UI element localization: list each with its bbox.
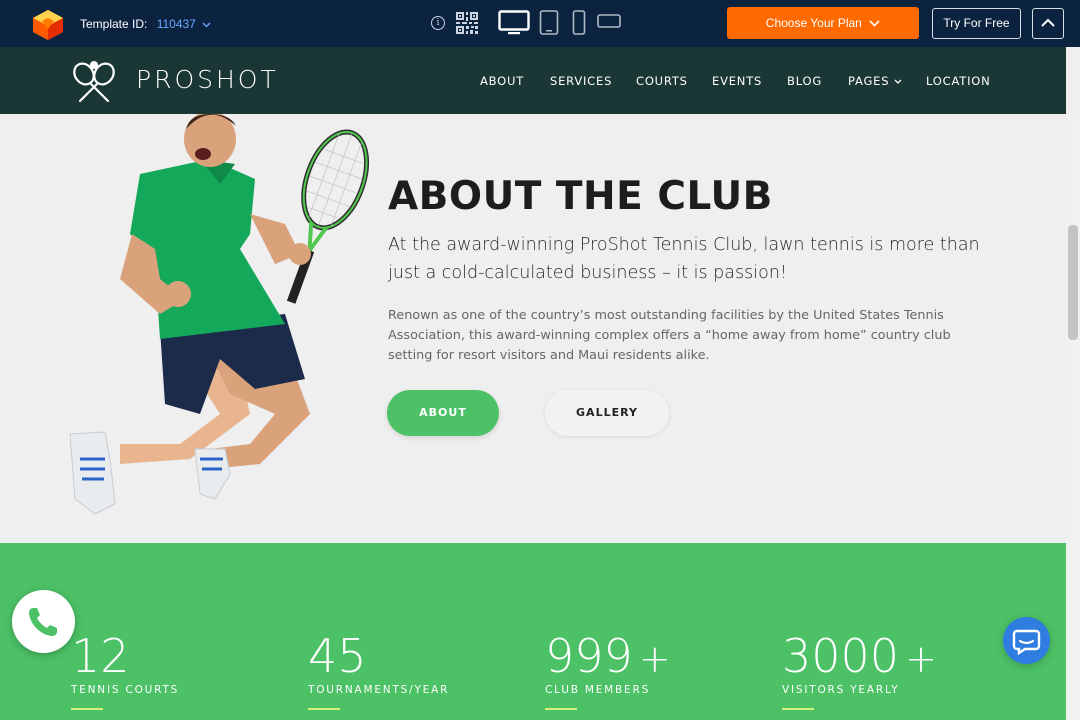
template-id-value: 110437 (156, 17, 196, 31)
racket (286, 129, 370, 304)
stat-item: 999 + CLUB MEMBERS (545, 631, 671, 710)
nav-events[interactable]: EVENTS (712, 74, 762, 88)
mobile-landscape-icon[interactable] (597, 13, 621, 29)
qr-code-icon[interactable] (455, 11, 479, 35)
stat-label: CLUB MEMBERS (545, 684, 651, 696)
desktop-icon[interactable] (498, 10, 530, 36)
nav-blog[interactable]: BLOG (787, 74, 822, 88)
stat-number: 3000 + (782, 631, 937, 684)
nav-about[interactable]: ABOUT (480, 74, 524, 88)
stat-label: VISITORS YEARLY (782, 684, 900, 696)
logo-icon[interactable] (31, 9, 65, 41)
scrollbar-thumb[interactable] (1068, 225, 1078, 340)
brand-name[interactable]: PROSHOT (136, 65, 279, 94)
gallery-button[interactable]: GALLERY (545, 390, 669, 436)
stat-value: 12 (71, 629, 130, 683)
stat-number: 45 (308, 631, 449, 684)
stat-divider (545, 708, 577, 710)
chevron-up-icon (1041, 18, 1055, 27)
stat-value: 45 (308, 629, 367, 683)
mobile-icon[interactable] (572, 10, 586, 36)
nav-pages[interactable]: PAGES (848, 74, 902, 88)
tablet-icon[interactable] (539, 10, 559, 36)
about-title: ABOUT THE CLUB (388, 174, 773, 219)
template-id[interactable]: Template ID: 110437 (80, 17, 211, 31)
chevron-down-icon (869, 20, 880, 27)
chevron-down-icon (202, 22, 211, 28)
about-body: Renown as one of the country’s most outs… (388, 308, 951, 363)
about-button[interactable]: ABOUT (387, 390, 499, 436)
stat-plus: + (638, 637, 671, 681)
stat-divider (308, 708, 340, 710)
choose-plan-button[interactable]: Choose Your Plan (727, 7, 919, 39)
stat-number: 12 (71, 631, 179, 684)
nav-services[interactable]: SERVICES (550, 74, 612, 88)
chat-button[interactable] (1003, 617, 1050, 664)
stat-label: TOURNAMENTS/YEAR (308, 684, 450, 696)
about-lead: At the award-winning ProShot Tennis Club… (388, 235, 980, 283)
stat-value: 3000 (782, 629, 900, 683)
stat-plus: + (905, 637, 937, 681)
preview-toolbar: Template ID: 110437 i Choose Your Plan T… (0, 0, 1080, 47)
template-id-label: Template ID: (80, 17, 148, 31)
chevron-down-icon (894, 79, 902, 84)
stat-item: 12 TENNIS COURTS (71, 631, 179, 710)
nav-courts[interactable]: COURTS (636, 74, 688, 88)
site-header: PROSHOT ABOUT SERVICES COURTS EVENTS BLO… (0, 47, 1066, 114)
scrollbar-track[interactable] (1066, 114, 1080, 720)
tennis-player-image (69, 114, 370, 515)
about-section: ABOUT THE CLUB At the award-winning ProS… (0, 114, 1066, 543)
stat-number: 999 + (545, 631, 671, 684)
stats-section: 12 TENNIS COURTS 45 TOURNAMENTS/YEAR 999… (0, 543, 1066, 720)
info-icon[interactable]: i (431, 16, 445, 30)
choose-plan-label: Choose Your Plan (765, 16, 862, 30)
chat-icon (1012, 629, 1041, 656)
nav-location[interactable]: LOCATION (926, 74, 991, 88)
stat-value: 999 (545, 629, 633, 683)
phone-icon (29, 608, 57, 636)
nav-pages-label: PAGES (848, 74, 890, 88)
stat-item: 45 TOURNAMENTS/YEAR (308, 631, 449, 710)
stat-label: TENNIS COURTS (71, 684, 180, 696)
stat-item: 3000 + VISITORS YEARLY (782, 631, 937, 710)
stat-divider (782, 708, 814, 710)
collapse-toolbar-button[interactable] (1032, 8, 1064, 39)
try-free-button[interactable]: Try For Free (932, 8, 1021, 39)
stat-divider (71, 708, 103, 710)
tennis-rackets-logo-icon[interactable] (70, 57, 118, 105)
call-button[interactable] (12, 590, 75, 653)
